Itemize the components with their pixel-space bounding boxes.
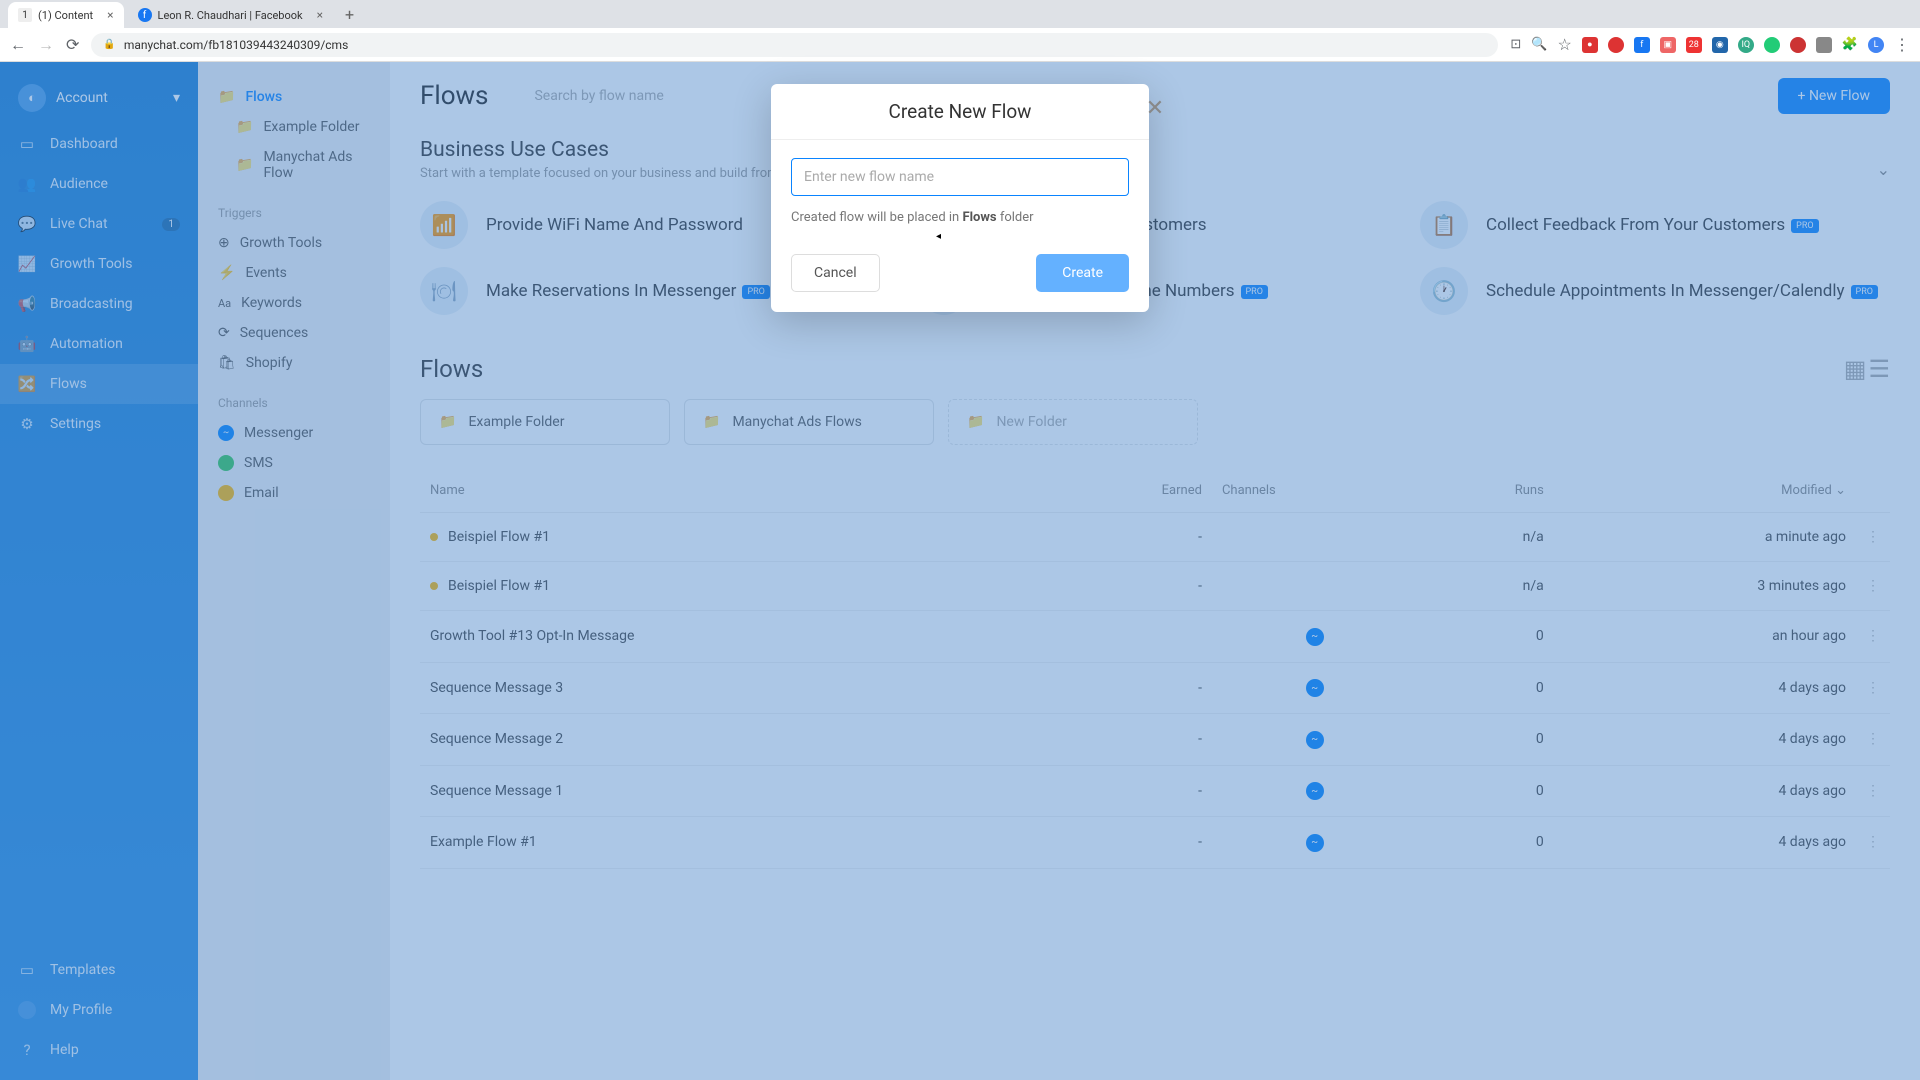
modal-hint: Created flow will be placed in Flows fol…: [791, 210, 1129, 225]
extension-icon[interactable]: [1790, 37, 1806, 53]
extension-icon[interactable]: ▣: [1660, 37, 1676, 53]
tab-bar: 1 (1) Content × f Leon R. Chaudhari | Fa…: [0, 0, 1920, 28]
browser-chrome: 1 (1) Content × f Leon R. Chaudhari | Fa…: [0, 0, 1920, 62]
browser-tab[interactable]: f Leon R. Chaudhari | Facebook ×: [128, 2, 333, 28]
new-tab-button[interactable]: +: [337, 5, 362, 24]
extension-icon[interactable]: [1764, 37, 1780, 53]
extension-icon[interactable]: [1608, 37, 1624, 53]
lock-icon: 🔒: [103, 39, 115, 50]
translate-icon[interactable]: ⊡: [1510, 37, 1521, 52]
forward-button[interactable]: →: [38, 35, 54, 55]
create-flow-modal: Create New Flow ✕ Created flow will be p…: [771, 84, 1149, 312]
cancel-button[interactable]: Cancel: [791, 254, 880, 292]
profile-avatar[interactable]: L: [1868, 37, 1884, 53]
close-icon[interactable]: ✕: [1137, 90, 1173, 126]
tab-favicon: 1: [18, 8, 32, 22]
browser-tab-active[interactable]: 1 (1) Content ×: [8, 2, 124, 28]
tab-title: (1) Content: [38, 9, 93, 22]
star-icon[interactable]: ☆: [1557, 35, 1571, 54]
flow-name-input[interactable]: [791, 158, 1129, 196]
extension-icon[interactable]: f: [1634, 37, 1650, 53]
tab-favicon: f: [138, 8, 152, 22]
address-bar: ← → ⟳ 🔒 manychat.com/fb181039443240309/c…: [0, 28, 1920, 62]
extension-icon[interactable]: [1816, 37, 1832, 53]
modal-overlay[interactable]: Create New Flow ✕ Created flow will be p…: [0, 62, 1920, 1080]
zoom-icon[interactable]: 🔍: [1531, 37, 1547, 52]
url-input[interactable]: 🔒 manychat.com/fb181039443240309/cms: [91, 33, 1498, 57]
extensions-menu-icon[interactable]: 🧩: [1842, 37, 1858, 52]
tab-title: Leon R. Chaudhari | Facebook: [158, 9, 303, 22]
extension-icon[interactable]: IQ: [1738, 37, 1754, 53]
extension-icon[interactable]: ◉: [1712, 37, 1728, 53]
url-text: manychat.com/fb181039443240309/cms: [124, 38, 348, 52]
modal-title: Create New Flow: [889, 100, 1032, 123]
back-button[interactable]: ←: [10, 35, 26, 55]
app-root: ◐ Account ▾ ▭Dashboard 👥Audience 💬Live C…: [0, 62, 1920, 1080]
extension-icon[interactable]: 28: [1686, 37, 1702, 53]
close-icon[interactable]: ×: [317, 8, 323, 22]
cursor-icon: ◂: [936, 231, 1274, 242]
menu-icon[interactable]: ⋮: [1894, 35, 1910, 54]
extensions-bar: ⊡ 🔍 ☆ ● f ▣ 28 ◉ IQ 🧩 L ⋮: [1510, 35, 1910, 54]
reload-button[interactable]: ⟳: [66, 35, 79, 54]
create-button[interactable]: Create: [1036, 254, 1129, 292]
close-icon[interactable]: ×: [107, 8, 113, 22]
extension-icon[interactable]: ●: [1582, 37, 1598, 53]
